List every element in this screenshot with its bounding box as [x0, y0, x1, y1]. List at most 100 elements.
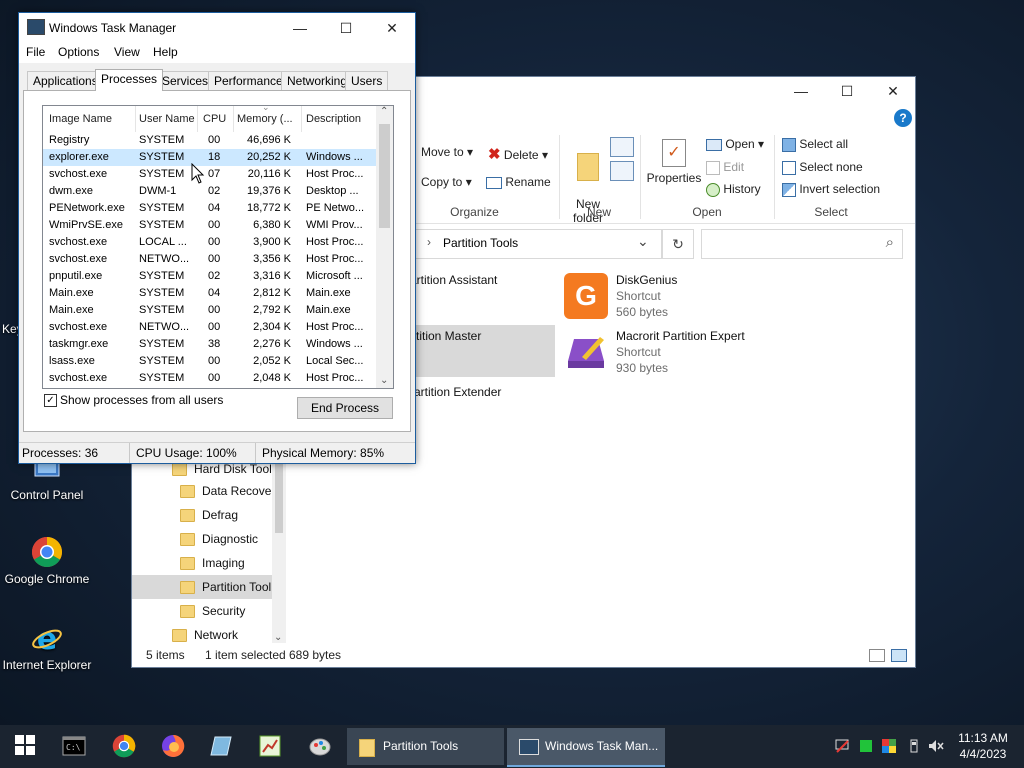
table-row[interactable]: svchost.exe NETWO... 00 3,356 K Host Proc...	[43, 251, 376, 268]
desktop-icon-internet-explorer[interactable]: e Internet Explorer	[2, 622, 92, 672]
move-to-button[interactable]: Move to ▾	[421, 145, 473, 159]
scroll-up-icon[interactable]: ⌃	[380, 106, 388, 117]
tab-processes[interactable]: Processes	[95, 69, 164, 91]
desktop-icon-google-chrome[interactable]: Google Chrome	[2, 536, 92, 586]
scroll-thumb[interactable]	[379, 124, 390, 228]
large-icons-view-icon[interactable]	[891, 649, 907, 662]
navigation-pane[interactable]: Hard Disk Tools Data Recover Defrag Diag…	[132, 457, 286, 643]
new-item-icon[interactable]	[610, 137, 634, 157]
table-row[interactable]: svchost.exe NETWO... 00 2,304 K Host Proc...	[43, 319, 376, 336]
nav-item-diagnostic[interactable]: Diagnostic	[180, 527, 258, 551]
tab-performance[interactable]: Performance	[208, 71, 289, 90]
chart-app-icon[interactable]	[258, 734, 282, 758]
cell-user-name: SYSTEM	[139, 270, 185, 282]
rename-button[interactable]: Rename	[486, 175, 551, 189]
copy-to-button[interactable]: Copy to ▾	[421, 175, 472, 189]
explorer-maximize-button[interactable]: ☐	[824, 77, 870, 105]
column-header-image-name[interactable]: Image Name	[43, 106, 136, 132]
nav-item-defrag[interactable]: Defrag	[180, 503, 238, 527]
taskbar-task-task-manager[interactable]: Windows Task Man...	[507, 728, 665, 767]
display-settings-icon[interactable]	[881, 738, 897, 754]
tab-applications[interactable]: Applications	[27, 71, 104, 90]
end-process-button[interactable]: End Process	[297, 397, 393, 419]
file-item-macrorit-partition-expert[interactable]: Macrorit Partition Expert Shortcut 930 b…	[564, 327, 784, 377]
paint-tool-icon[interactable]	[308, 734, 332, 758]
table-row[interactable]: svchost.exe LOCAL ... 00 3,900 K Host Proc..…	[43, 234, 376, 251]
nav-item-imaging[interactable]: Imaging	[180, 551, 245, 575]
nav-item-data-recover[interactable]: Data Recover	[180, 479, 275, 503]
network-status-icon[interactable]	[834, 738, 850, 754]
open-button[interactable]: Open ▾	[706, 137, 764, 151]
table-row[interactable]: taskmgr.exe SYSTEM 38 2,276 K Windows ...	[43, 336, 376, 353]
task-manager-maximize-button[interactable]: ☐	[323, 14, 369, 42]
tab-services[interactable]: Services	[156, 71, 215, 90]
menu-options[interactable]: Options	[58, 45, 99, 59]
process-list-scrollbar[interactable]: ⌃ ⌄	[376, 106, 393, 388]
nav-scroll-thumb[interactable]	[275, 461, 283, 533]
invert-selection-button[interactable]: Invert selection	[782, 182, 880, 197]
table-row[interactable]: svchost.exe SYSTEM 07 20,116 K Host Proc...	[43, 166, 376, 183]
command-prompt-icon[interactable]: C:\	[62, 734, 86, 758]
nav-scroll-down-icon[interactable]: ⌄	[274, 632, 282, 643]
search-input[interactable]: ⌕	[701, 229, 903, 259]
select-all-button[interactable]: Select all	[782, 137, 848, 152]
table-row[interactable]: svchost.exe SYSTEM 00 2,048 K Host Proc...	[43, 370, 376, 387]
task-manager-minimize-button[interactable]: —	[277, 14, 323, 42]
help-icon[interactable]: ?	[894, 109, 912, 127]
tab-networking[interactable]: Networking	[281, 71, 354, 90]
edit-button[interactable]: Edit	[706, 160, 744, 175]
nav-item-security[interactable]: Security	[180, 599, 245, 623]
task-manager-window[interactable]: Windows Task Manager — ☐ ✕ File Options …	[18, 12, 416, 464]
task-manager-close-button[interactable]: ✕	[369, 14, 415, 42]
column-header-description[interactable]: Description	[302, 106, 378, 132]
firefox-icon[interactable]	[161, 734, 185, 758]
taskbar-task-partition-tools[interactable]: Partition Tools	[347, 728, 504, 765]
menu-view[interactable]: View	[114, 45, 140, 59]
table-row[interactable]: dwm.exe DWM-1 02 19,376 K Desktop ...	[43, 183, 376, 200]
show-all-processes-checkbox[interactable]: ✓	[44, 394, 57, 407]
clock[interactable]: 11:13 AM 4/4/2023	[950, 730, 1016, 762]
cell-description: Host Proc...	[306, 321, 364, 333]
properties-button[interactable]: ✓ Properties	[646, 139, 702, 185]
cell-description: Main.exe	[306, 287, 351, 299]
address-dropdown-icon[interactable]: ⌄	[637, 233, 649, 250]
explorer-minimize-button[interactable]: —	[778, 77, 824, 105]
select-none-button[interactable]: Select none	[782, 160, 863, 175]
green-status-icon[interactable]	[858, 738, 874, 754]
disk-tool-icon[interactable]	[210, 734, 234, 758]
process-list[interactable]: Image Name User Name CPU Memory (... ⌄ D…	[42, 105, 394, 389]
history-button[interactable]: History	[706, 182, 761, 197]
volume-muted-icon[interactable]	[928, 738, 944, 754]
nav-item-partition-tools[interactable]: Partition Tool	[180, 575, 271, 599]
column-header-user-name[interactable]: User Name	[136, 106, 198, 132]
delete-button[interactable]: ✖ Delete ▾	[488, 145, 548, 163]
table-row[interactable]: explorer.exe SYSTEM 18 20,252 K Windows ...	[43, 149, 376, 166]
table-row[interactable]: lsass.exe SYSTEM 00 2,052 K Local Sec...	[43, 353, 376, 370]
details-view-icon[interactable]	[869, 649, 885, 662]
file-item-partition-master[interactable]: rtition Master	[412, 329, 481, 343]
chrome-taskbar-icon[interactable]	[112, 734, 136, 758]
cell-user-name: SYSTEM	[139, 304, 185, 316]
address-path[interactable]: Partition Tools	[443, 236, 518, 250]
file-item-diskgenius[interactable]: G DiskGenius Shortcut 560 bytes	[564, 271, 714, 321]
table-row[interactable]: pnputil.exe SYSTEM 02 3,316 K Microsoft ...	[43, 268, 376, 285]
scroll-down-icon[interactable]: ⌄	[380, 375, 388, 386]
table-row[interactable]: Registry SYSTEM 00 46,696 K	[43, 132, 376, 149]
table-row[interactable]: Main.exe SYSTEM 04 2,812 K Main.exe	[43, 285, 376, 302]
nav-scrollbar[interactable]: ⌄	[272, 457, 286, 643]
table-row[interactable]: Main.exe SYSTEM 00 2,792 K Main.exe	[43, 302, 376, 319]
start-windows-icon[interactable]	[14, 734, 38, 758]
file-item-partition-assistant[interactable]: artition Assistant	[410, 273, 497, 287]
refresh-button[interactable]: ↻	[662, 229, 694, 259]
easy-access-icon[interactable]	[610, 161, 634, 181]
task-manager-title-bar[interactable]: Windows Task Manager — ☐ ✕	[19, 13, 415, 43]
usb-device-icon[interactable]	[906, 738, 922, 754]
table-row[interactable]: WmiPrvSE.exe SYSTEM 00 6,380 K WMI Prov...	[43, 217, 376, 234]
column-header-cpu[interactable]: CPU	[198, 106, 234, 132]
menu-file[interactable]: File	[26, 45, 45, 59]
table-row[interactable]: PENetwork.exe SYSTEM 04 18,772 K PE Netwo...	[43, 200, 376, 217]
file-item-partition-extender[interactable]: artition Extender	[414, 385, 501, 399]
menu-help[interactable]: Help	[153, 45, 178, 59]
explorer-close-button[interactable]: ✕	[870, 77, 916, 105]
tab-users[interactable]: Users	[345, 71, 389, 90]
